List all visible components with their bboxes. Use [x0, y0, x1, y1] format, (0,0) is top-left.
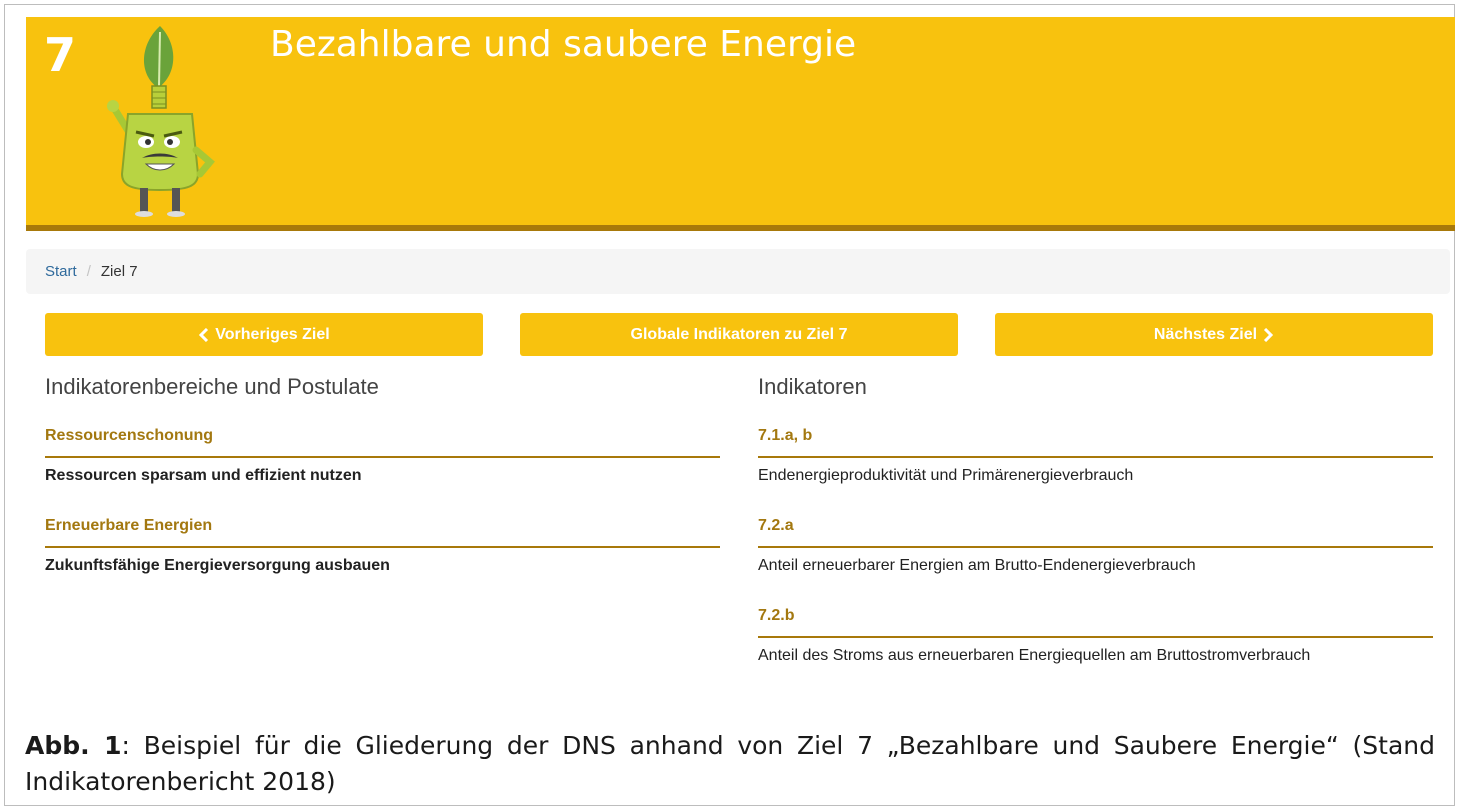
right-column-heading: Indikatoren: [758, 374, 867, 399]
indicator-divider: [758, 456, 1433, 458]
previous-goal-label: Vorheriges Ziel: [215, 325, 330, 343]
global-indicators-button[interactable]: Globale Indikatoren zu Ziel 7: [520, 313, 958, 356]
chevron-left-icon: [199, 327, 209, 342]
next-goal-button[interactable]: Nächstes Ziel: [995, 313, 1433, 356]
indicator-item: Anteil erneuerbarer Energien am Brutto-E…: [758, 557, 1196, 574]
left-column-heading: Indikatorenbereiche und Postulate: [45, 374, 379, 399]
breadcrumb-current: Ziel 7: [100, 263, 138, 280]
global-indicators-label: Globale Indikatoren zu Ziel 7: [630, 325, 848, 343]
breadcrumb-separator: /: [86, 263, 91, 280]
energy-plug-mascot-icon: [107, 26, 215, 217]
caption-label: Abb. 1: [25, 731, 122, 760]
postulate-item: Ressourcen sparsam und effizient nutzen: [45, 467, 362, 484]
indicator-number[interactable]: 7.2.a: [758, 517, 794, 535]
indicator-number[interactable]: 7.1.a, b: [758, 427, 812, 445]
previous-goal-button[interactable]: Vorheriges Ziel: [45, 313, 483, 356]
indicator-item: Anteil des Stroms aus erneuerbaren Energ…: [758, 647, 1311, 664]
caption-text: : Beispiel für die Gliederung der DNS an…: [25, 731, 1435, 796]
indicator-number[interactable]: 7.2.b: [758, 607, 794, 625]
category-title[interactable]: Erneuerbare Energien: [45, 517, 212, 535]
goal-title: Bezahlbare und saubere Energie: [270, 24, 857, 65]
chevron-right-icon: [1264, 327, 1274, 342]
postulate-item: Zukunftsfähige Energieversorgung ausbaue…: [45, 557, 390, 574]
category-title[interactable]: Ressourcenschonung: [45, 427, 213, 445]
indicator-divider: [758, 636, 1433, 638]
goal-number: 7: [44, 28, 77, 82]
category-divider: [45, 546, 720, 548]
indicator-item: Endenergieproduktivität und Primärenergi…: [758, 467, 1134, 484]
banner-bottom-bar: [26, 225, 1455, 231]
breadcrumb: Start / Ziel 7: [26, 249, 1450, 294]
indicator-divider: [758, 546, 1433, 548]
figure-caption: Abb. 1: Beispiel für die Gliederung der …: [25, 728, 1435, 800]
breadcrumb-start-link[interactable]: Start: [45, 263, 77, 280]
next-goal-label: Nächstes Ziel: [1153, 325, 1258, 343]
category-divider: [45, 456, 720, 458]
